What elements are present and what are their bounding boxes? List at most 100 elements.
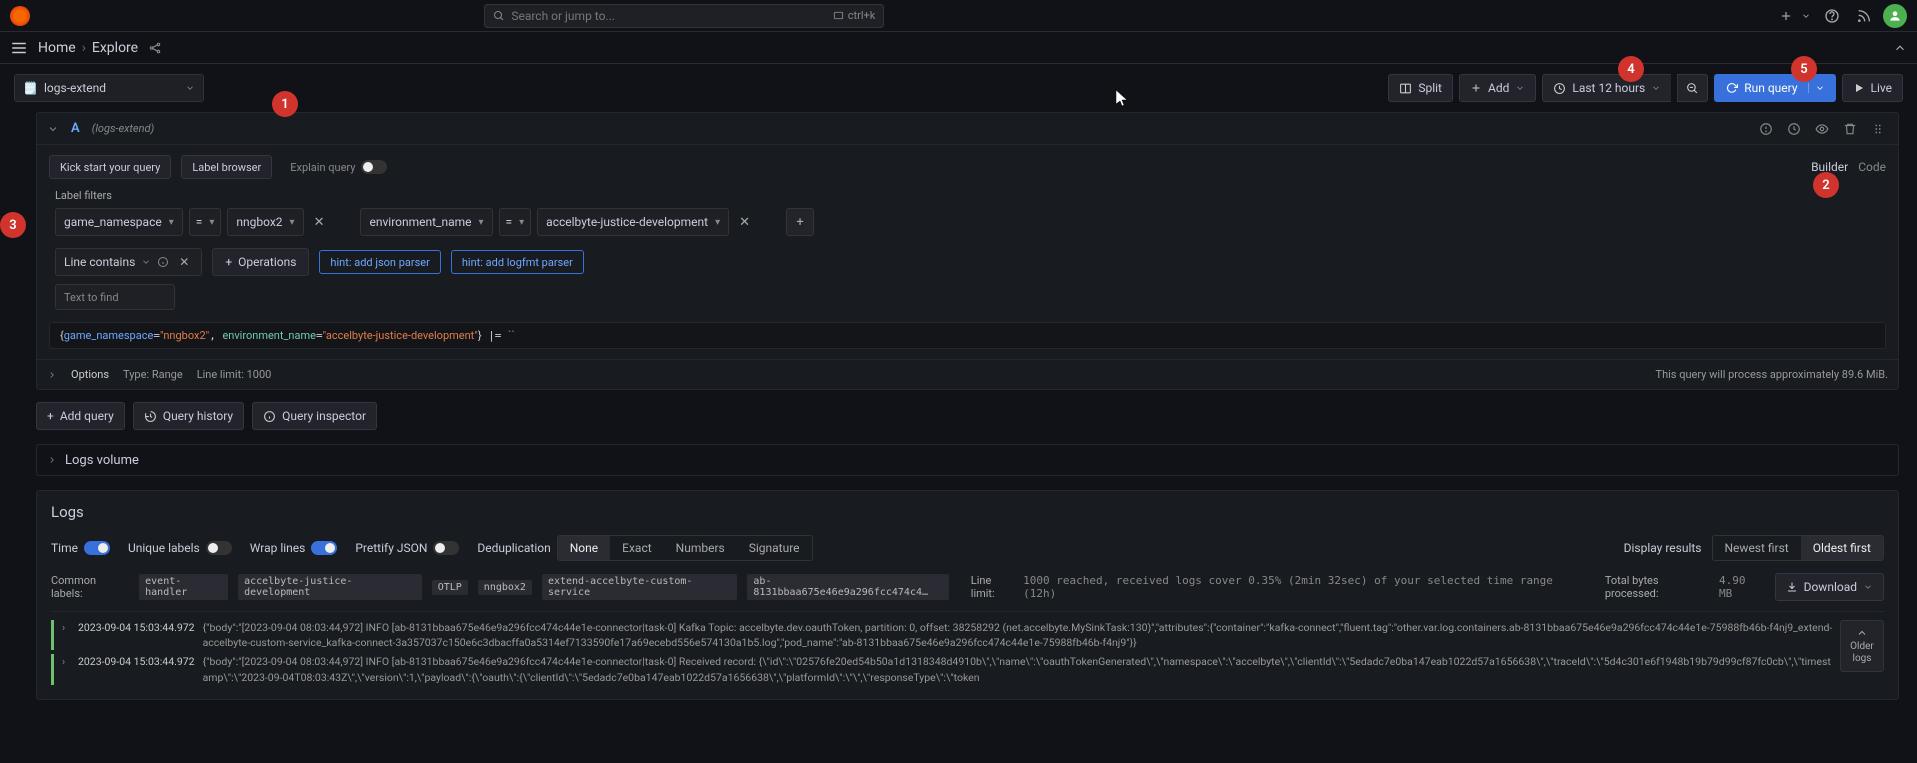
collapse-query-icon[interactable] bbox=[47, 123, 59, 135]
add-button[interactable]: Add bbox=[1459, 74, 1536, 102]
operations-button[interactable]: +Operations bbox=[212, 248, 309, 276]
dedup-none[interactable]: None bbox=[558, 536, 610, 560]
label-filters-title: Label filters bbox=[55, 189, 1886, 202]
filter-key-0[interactable]: game_namespace▾ bbox=[55, 208, 183, 236]
unique-labels-label: Unique labels bbox=[128, 541, 200, 555]
filter-op-0[interactable]: =▾ bbox=[189, 208, 222, 236]
line-contains-remove[interactable]: ✕ bbox=[175, 255, 193, 269]
explain-toggle[interactable] bbox=[361, 160, 387, 174]
query-history-icon[interactable] bbox=[1784, 122, 1804, 136]
share-icon[interactable] bbox=[148, 41, 162, 55]
news-icon[interactable] bbox=[1851, 3, 1877, 29]
filter-key-1[interactable]: environment_name▾ bbox=[360, 208, 492, 236]
run-query-button[interactable]: Run query bbox=[1714, 74, 1835, 102]
options-label[interactable]: Options bbox=[71, 368, 109, 381]
breadcrumb-home[interactable]: Home bbox=[38, 40, 76, 56]
search-placeholder: Search or jump to... bbox=[511, 9, 615, 23]
zoom-out-button[interactable] bbox=[1677, 74, 1708, 102]
prettify-label: Prettify JSON bbox=[355, 541, 427, 555]
common-label-chip[interactable]: ab-8131bbaa675e46e9a296fcc474c4… bbox=[747, 574, 948, 600]
query-drag-icon[interactable] bbox=[1868, 122, 1888, 136]
time-toggle[interactable] bbox=[84, 541, 110, 555]
bytes-val: 4.90 MB bbox=[1719, 574, 1765, 600]
datasource-name: logs-extend bbox=[44, 81, 106, 95]
dedup-segmented: None Exact Numbers Signature bbox=[557, 535, 813, 561]
split-button[interactable]: Split bbox=[1388, 74, 1453, 102]
filter-val-0[interactable]: nngbox2▾ bbox=[227, 208, 303, 236]
filter-val-1[interactable]: accelbyte-justice-development▾ bbox=[537, 208, 729, 236]
live-button[interactable]: Live bbox=[1842, 74, 1903, 102]
logs-volume-section[interactable]: Logs volume bbox=[36, 444, 1899, 476]
expand-log-icon[interactable]: › bbox=[62, 654, 70, 684]
dedup-numbers[interactable]: Numbers bbox=[664, 536, 737, 560]
common-label-chip[interactable]: OTLP bbox=[432, 580, 468, 595]
add-menu-chevron[interactable] bbox=[1799, 3, 1813, 29]
unique-labels-toggle[interactable] bbox=[206, 541, 232, 555]
prettify-toggle[interactable] bbox=[433, 541, 459, 555]
options-chevron-icon[interactable] bbox=[47, 370, 57, 380]
common-label-chip[interactable]: extend-accelbyte-custom-service bbox=[542, 574, 737, 600]
log-timestamp: 2023-09-04 15:03:44.972 bbox=[78, 620, 195, 650]
label-browser-button[interactable]: Label browser bbox=[181, 155, 272, 179]
filter-remove-0[interactable]: ✕ bbox=[310, 215, 329, 230]
hint-logfmt-button[interactable]: hint: add logfmt parser bbox=[451, 250, 584, 274]
newest-first-button[interactable]: Newest first bbox=[1713, 536, 1801, 560]
wrap-lines-label: Wrap lines bbox=[250, 541, 306, 555]
filter-op-1[interactable]: =▾ bbox=[499, 208, 532, 236]
line-limit: Line limit: 1000 bbox=[197, 368, 272, 381]
hint-json-button[interactable]: hint: add json parser bbox=[319, 250, 440, 274]
expand-log-icon[interactable]: › bbox=[62, 620, 70, 650]
user-avatar[interactable] bbox=[1883, 4, 1907, 28]
log-row[interactable]: › 2023-09-04 15:03:44.972 {"body":"[2023… bbox=[51, 618, 1834, 652]
grafana-logo[interactable] bbox=[10, 6, 30, 26]
download-button[interactable]: Download bbox=[1775, 573, 1884, 601]
log-row[interactable]: › 2023-09-04 15:03:44.972 {"body":"[2023… bbox=[51, 652, 1834, 686]
annotation-marker-1: 1 bbox=[272, 91, 298, 117]
log-body: {"body":"[2023-09-04 08:03:44,972] INFO … bbox=[203, 620, 1834, 650]
common-label-chip[interactable]: event-handler bbox=[139, 574, 228, 600]
mouse-cursor bbox=[1116, 90, 1128, 108]
dedup-exact[interactable]: Exact bbox=[610, 536, 664, 560]
line-contains-dropdown[interactable]: Line contains ✕ bbox=[55, 248, 202, 276]
query-delete-icon[interactable] bbox=[1840, 122, 1860, 136]
wrap-lines-toggle[interactable] bbox=[311, 541, 337, 555]
older-logs-button[interactable]: Older logs bbox=[1840, 620, 1884, 672]
display-results-label: Display results bbox=[1624, 541, 1702, 555]
query-ref-letter[interactable]: A bbox=[71, 121, 80, 136]
query-history-button[interactable]: Query history bbox=[133, 402, 244, 430]
bytes-label: Total bytes processed: bbox=[1605, 574, 1713, 600]
common-label-chip[interactable]: accelbyte-justice-development bbox=[238, 574, 422, 600]
line-limit-msg: 1000 reached, received logs cover 0.35% … bbox=[1023, 574, 1583, 600]
datasource-picker[interactable]: 🗒️ logs-extend bbox=[14, 74, 204, 102]
common-label-chip[interactable]: nngbox2 bbox=[478, 580, 532, 595]
filter-remove-1[interactable]: ✕ bbox=[735, 215, 754, 230]
common-labels-label: Common labels: bbox=[51, 574, 129, 600]
query-inspector-button[interactable]: Query inspector bbox=[252, 402, 377, 430]
dedup-signature[interactable]: Signature bbox=[737, 536, 812, 560]
add-query-button[interactable]: +Add query bbox=[36, 402, 125, 430]
oldest-first-button[interactable]: Oldest first bbox=[1801, 536, 1883, 560]
menu-toggle-icon[interactable] bbox=[10, 39, 28, 57]
query-stats-icon[interactable] bbox=[1756, 122, 1776, 136]
annotation-marker-3: 3 bbox=[0, 212, 26, 238]
breadcrumb: Home › Explore bbox=[38, 40, 162, 56]
search-icon bbox=[493, 10, 505, 22]
log-level-bar bbox=[51, 654, 54, 684]
breadcrumb-explore[interactable]: Explore bbox=[92, 40, 138, 56]
query-approx-size: This query will process approximately 89… bbox=[1656, 368, 1889, 381]
add-filter-button[interactable]: + bbox=[786, 208, 814, 236]
search-jump-input[interactable]: Search or jump to... ctrl+k bbox=[484, 4, 884, 28]
text-to-find-input[interactable]: Text to find bbox=[55, 284, 175, 310]
time-toggle-label: Time bbox=[51, 541, 78, 555]
query-disable-icon[interactable] bbox=[1812, 122, 1832, 136]
code-tab[interactable]: Code bbox=[1858, 160, 1886, 174]
help-icon[interactable] bbox=[1819, 3, 1845, 29]
annotation-marker-4: 4 bbox=[1618, 56, 1644, 82]
kick-start-button[interactable]: Kick start your query bbox=[49, 155, 171, 179]
add-menu-icon[interactable] bbox=[1773, 3, 1799, 29]
annotation-marker-2: 2 bbox=[1813, 172, 1839, 198]
log-body: {"body":"[2023-09-04 08:03:44,972] INFO … bbox=[203, 654, 1834, 684]
log-level-bar bbox=[51, 620, 54, 650]
collapse-panel-icon[interactable] bbox=[1893, 41, 1907, 55]
time-range-picker[interactable]: Last 12 hours bbox=[1542, 74, 1671, 102]
